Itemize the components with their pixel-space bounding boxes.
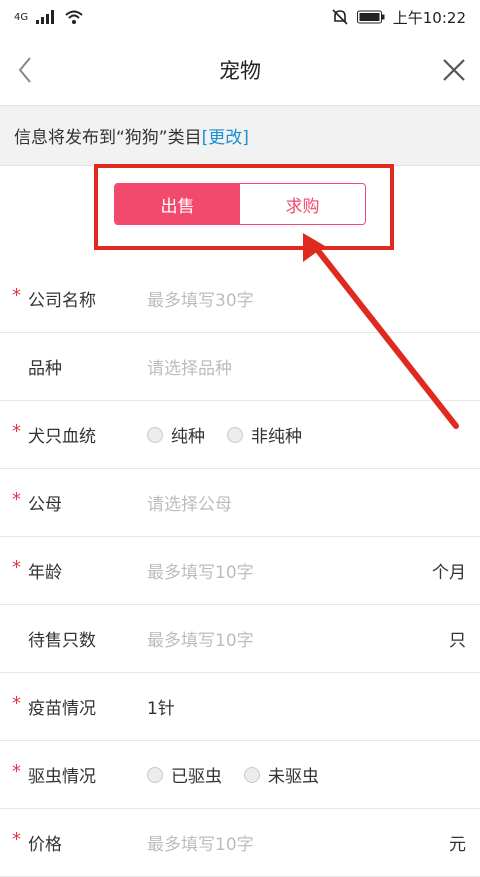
radio-non-purebred-label: 非纯种 bbox=[251, 427, 302, 447]
vaccine-select[interactable]: 1针 bbox=[147, 694, 175, 719]
radio-circle-icon bbox=[227, 426, 243, 443]
radio-purebred-label: 纯种 bbox=[171, 427, 205, 447]
row-age[interactable]: * 年龄 最多填写10字 个月 bbox=[0, 537, 480, 605]
network-type: 4G bbox=[14, 11, 29, 23]
toggle-buy[interactable]: 求购 bbox=[240, 184, 365, 224]
count-unit: 只 bbox=[449, 631, 466, 651]
signal-icon bbox=[36, 10, 55, 24]
status-left: 4G bbox=[14, 9, 84, 25]
radio-purebred[interactable]: 纯种 bbox=[147, 422, 205, 447]
row-gender[interactable]: * 公母 请选择公母 bbox=[0, 469, 480, 537]
back-icon[interactable] bbox=[10, 54, 42, 86]
required-mark: * bbox=[12, 557, 21, 578]
required-mark: * bbox=[12, 285, 21, 306]
radio-circle-icon bbox=[147, 766, 163, 783]
deworm-radio-group: 已驱虫 未驱虫 bbox=[147, 762, 319, 787]
battery-icon bbox=[356, 10, 385, 24]
row-count[interactable]: 待售只数 最多填写10字 只 bbox=[0, 605, 480, 673]
vaccine-label: 疫苗情况 bbox=[28, 699, 96, 719]
radio-circle-icon bbox=[147, 426, 163, 443]
row-company-name[interactable]: * 公司名称 最多填写30字 bbox=[0, 265, 480, 333]
change-category-link[interactable]: [更改] bbox=[202, 123, 249, 148]
category-info-bar: 信息将发布到“狗狗”类目 [更改] bbox=[0, 106, 480, 166]
radio-dewormed[interactable]: 已驱虫 bbox=[147, 762, 222, 787]
gender-select[interactable]: 请选择公母 bbox=[147, 490, 232, 515]
status-right: 上午10:22 bbox=[331, 7, 466, 28]
row-vaccine[interactable]: * 疫苗情况 1针 bbox=[0, 673, 480, 741]
row-deworm: * 驱虫情况 已驱虫 未驱虫 bbox=[0, 741, 480, 809]
price-label: 价格 bbox=[28, 835, 62, 855]
page-title: 宠物 bbox=[219, 58, 261, 83]
row-breed[interactable]: 品种 请选择品种 bbox=[0, 333, 480, 401]
age-unit: 个月 bbox=[432, 563, 466, 583]
price-unit: 元 bbox=[449, 835, 466, 855]
nav-bar: 宠物 bbox=[0, 34, 480, 106]
toggle-sell[interactable]: 出售 bbox=[115, 184, 240, 224]
bell-off-icon bbox=[332, 9, 348, 25]
deworm-label: 驱虫情况 bbox=[28, 767, 96, 787]
count-input[interactable]: 最多填写10字 bbox=[147, 626, 254, 651]
required-mark: * bbox=[12, 829, 21, 850]
trade-type-area: 出售 求购 bbox=[0, 164, 480, 265]
wifi-icon bbox=[65, 10, 83, 24]
radio-dewormed-label: 已驱虫 bbox=[171, 767, 222, 787]
radio-not-dewormed[interactable]: 未驱虫 bbox=[244, 762, 319, 787]
trade-type-toggle: 出售 求购 bbox=[114, 183, 366, 225]
required-mark: * bbox=[12, 489, 21, 510]
breed-label: 品种 bbox=[28, 359, 62, 379]
required-mark: * bbox=[12, 693, 21, 714]
radio-non-purebred[interactable]: 非纯种 bbox=[227, 422, 302, 447]
row-price[interactable]: * 价格 最多填写10字 元 bbox=[0, 809, 480, 877]
company-name-label: 公司名称 bbox=[28, 291, 96, 311]
lineage-radio-group: 纯种 非纯种 bbox=[147, 422, 302, 447]
close-icon[interactable] bbox=[438, 54, 470, 86]
clock: 上午10:22 bbox=[392, 8, 466, 27]
company-name-input[interactable]: 最多填写30字 bbox=[147, 286, 254, 311]
category-info-text: 信息将发布到“狗狗”类目 bbox=[14, 128, 202, 148]
age-input[interactable]: 最多填写10字 bbox=[147, 558, 254, 583]
radio-not-dewormed-label: 未驱虫 bbox=[268, 767, 319, 787]
gender-label: 公母 bbox=[28, 495, 62, 515]
price-input[interactable]: 最多填写10字 bbox=[147, 830, 254, 855]
required-mark: * bbox=[12, 761, 21, 782]
row-lineage: * 犬只血统 纯种 非纯种 bbox=[0, 401, 480, 469]
radio-circle-icon bbox=[244, 766, 260, 783]
status-bar: 4G 上午10:22 bbox=[0, 0, 480, 34]
count-label: 待售只数 bbox=[28, 631, 96, 651]
age-label: 年龄 bbox=[28, 563, 62, 583]
breed-select[interactable]: 请选择品种 bbox=[147, 354, 232, 379]
lineage-label: 犬只血统 bbox=[28, 427, 96, 447]
required-mark: * bbox=[12, 421, 21, 442]
